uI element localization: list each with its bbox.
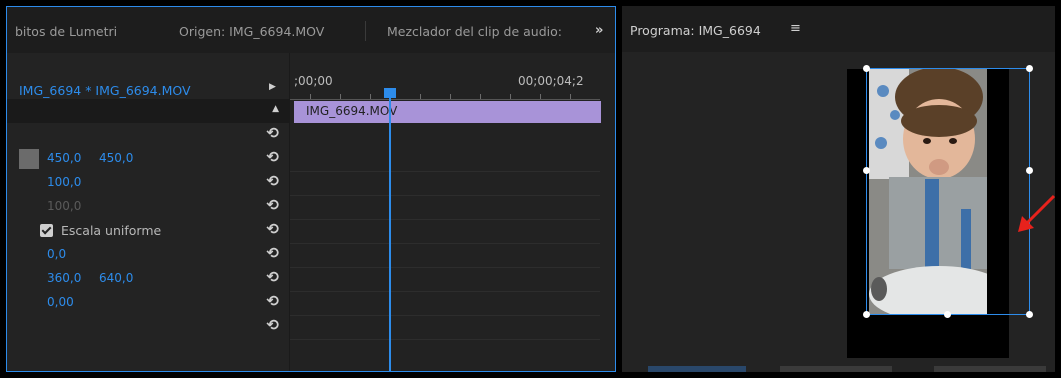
edge-handle[interactable] [1026, 167, 1033, 174]
tab-source[interactable]: Origen: IMG_6694.MOV [179, 24, 324, 39]
clip-header: IMG_6694 * IMG_6694.MOV ▶ [7, 75, 289, 99]
rotation-value[interactable]: 0,0 [47, 247, 66, 261]
anchor-y-value[interactable]: 640,0 [99, 271, 133, 285]
reset-icon[interactable]: ⟲ [266, 292, 279, 310]
scale-row: 100,0 ⟲ [7, 171, 289, 195]
reset-icon[interactable]: ⟲ [266, 196, 279, 214]
clip-bar[interactable]: IMG_6694.MOV [294, 101, 601, 123]
anchor-point-row: 360,0 640,0 ⟲ [7, 267, 289, 291]
scale-width-row: 100,0 ⟲ [7, 195, 289, 219]
edge-handle[interactable] [863, 167, 870, 174]
effect-controls-panel: bitos de Lumetri Origen: IMG_6694.MOV Me… [6, 6, 616, 372]
program-monitor-panel: Programa: IMG_6694 ≡ [622, 6, 1055, 372]
effect-controls-timeline: ;00;00 00;00;04;2 IMG_6694.MOV [289, 53, 615, 371]
reset-icon[interactable]: ⟲ [266, 316, 279, 334]
position-y-value[interactable]: 450,0 [99, 151, 133, 165]
tab-overflow-button[interactable]: » [595, 23, 603, 38]
clip-title-link[interactable]: IMG_6694 * IMG_6694.MOV [19, 83, 191, 98]
anti-flicker-row: 0,00 ⟲ [7, 291, 289, 315]
property-row: ⟲ [7, 123, 289, 147]
tab-lumetri-scopes[interactable]: bitos de Lumetri [15, 24, 117, 39]
program-tab-bar: Programa: IMG_6694 ≡ [622, 6, 1055, 52]
play-triangle-icon[interactable]: ▶ [269, 82, 276, 92]
resolution-dropdown[interactable] [934, 366, 1046, 372]
reset-icon[interactable]: ⟲ [266, 172, 279, 190]
uniform-scale-checkbox[interactable] [40, 224, 53, 237]
position-row: 450,0 450,0 ⟲ [7, 147, 289, 171]
program-monitor-title[interactable]: Programa: IMG_6694 [630, 23, 761, 38]
keyframe-swatch [19, 149, 39, 169]
position-x-value[interactable]: 450,0 [47, 151, 81, 165]
reset-icon[interactable]: ⟲ [266, 268, 279, 286]
playhead-line [389, 97, 391, 371]
transform-bounding-box[interactable] [866, 68, 1030, 315]
tab-audio-clip-mixer[interactable]: Mezclador del clip de audio: [387, 24, 562, 39]
uniform-scale-row: Escala uniforme ⟲ [7, 219, 289, 243]
corner-handle[interactable] [863, 311, 870, 318]
section-header-row: ▲ [7, 99, 289, 123]
rotation-row: 0,0 ⟲ [7, 243, 289, 267]
scale-width-value: 100,0 [47, 199, 82, 213]
panel-tab-bar: bitos de Lumetri Origen: IMG_6694.MOV Me… [7, 7, 615, 53]
scale-value[interactable]: 100,0 [47, 175, 81, 189]
anchor-x-value[interactable]: 360,0 [47, 271, 81, 285]
tab-divider [365, 21, 366, 41]
collapse-triangle-icon[interactable]: ▲ [272, 104, 279, 114]
edge-handle[interactable] [944, 311, 951, 318]
panel-menu-icon[interactable]: ≡ [790, 21, 801, 36]
corner-handle[interactable] [1026, 311, 1033, 318]
uniform-scale-label: Escala uniforme [61, 223, 162, 238]
timeline-start-time: ;00;00 [294, 74, 333, 88]
reset-icon[interactable]: ⟲ [266, 220, 279, 238]
timeline-end-time: 00;00;04;2 [518, 74, 584, 88]
time-ruler[interactable] [290, 91, 600, 100]
playhead-timecode [648, 366, 746, 372]
clip-bar-label: IMG_6694.MOV [306, 104, 398, 118]
red-arrow-annotation [1018, 194, 1055, 232]
fit-dropdown[interactable] [780, 366, 892, 372]
property-row: ⟲ [7, 315, 289, 339]
anti-flicker-value[interactable]: 0,00 [47, 295, 74, 309]
reset-icon[interactable]: ⟲ [266, 148, 279, 166]
corner-handle[interactable] [1026, 65, 1033, 72]
corner-handle[interactable] [863, 65, 870, 72]
reset-icon[interactable]: ⟲ [266, 124, 279, 142]
reset-icon[interactable]: ⟲ [266, 244, 279, 262]
